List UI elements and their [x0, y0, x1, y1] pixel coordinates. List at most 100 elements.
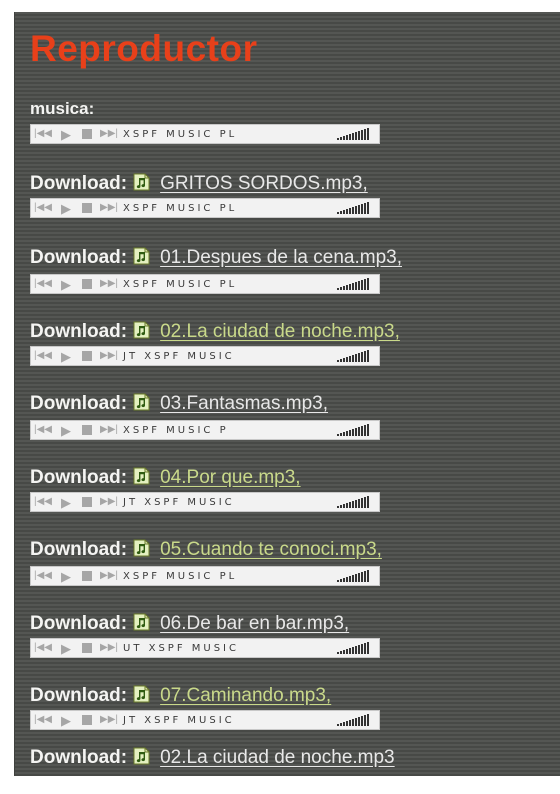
music-file-icon: [133, 173, 150, 191]
player-title: JT XSPF MUSIC: [123, 714, 235, 726]
xspf-music-player: |◀◀ ▶ ▶▶| XSPF MUSIC PL: [30, 274, 380, 294]
download-label: Download:: [30, 539, 128, 560]
play-icon[interactable]: ▶: [55, 639, 77, 657]
download-label: Download:: [30, 685, 128, 706]
play-icon[interactable]: ▶: [55, 347, 77, 365]
player-title: XSPF MUSIC PL: [123, 202, 238, 214]
xspf-music-player: |◀◀ ▶ ▶▶| JT XSPF MUSIC: [30, 710, 380, 730]
download-row: Download: GRITOS SORDOS.mp3,: [30, 172, 368, 196]
download-row: Download: 06.De bar en bar.mp3,: [30, 612, 349, 636]
download-link[interactable]: 02.La ciudad de noche.mp3: [160, 747, 395, 769]
volume-bars-icon[interactable]: [337, 424, 369, 436]
music-file-icon: [133, 467, 150, 485]
download-link[interactable]: 02.La ciudad de noche.mp3,: [160, 321, 400, 343]
player-title: JT XSPF MUSIC: [123, 350, 235, 362]
xspf-music-player: |◀◀ ▶ ▶▶| UT XSPF MUSIC: [30, 638, 380, 658]
music-file-icon: [133, 747, 150, 765]
download-link[interactable]: 03.Fantasmas.mp3,: [160, 393, 328, 415]
volume-bars-icon[interactable]: [337, 642, 369, 654]
volume-bars-icon[interactable]: [337, 570, 369, 582]
volume-bars-icon[interactable]: [337, 128, 369, 140]
volume-bars-icon[interactable]: [337, 202, 369, 214]
next-icon[interactable]: ▶▶|: [97, 347, 121, 365]
prev-icon[interactable]: |◀◀: [31, 421, 55, 439]
download-row: Download: 01.Despues de la cena.mp3,: [30, 246, 402, 270]
next-icon[interactable]: ▶▶|: [97, 567, 121, 585]
player-title: JT XSPF MUSIC: [123, 496, 235, 508]
music-file-icon: [133, 613, 150, 631]
xspf-music-player: |◀◀ ▶ ▶▶| XSPF MUSIC PL: [30, 198, 380, 218]
music-file-icon: [133, 685, 150, 703]
volume-bars-icon[interactable]: [337, 278, 369, 290]
next-icon[interactable]: ▶▶|: [97, 125, 121, 143]
stop-icon[interactable]: [77, 639, 97, 657]
music-file-icon: [133, 321, 150, 339]
prev-icon[interactable]: |◀◀: [31, 567, 55, 585]
download-link[interactable]: 06.De bar en bar.mp3,: [160, 613, 349, 635]
play-icon[interactable]: ▶: [55, 567, 77, 585]
next-icon[interactable]: ▶▶|: [97, 275, 121, 293]
music-label: musica:: [30, 99, 95, 118]
next-icon[interactable]: ▶▶|: [97, 421, 121, 439]
xspf-music-player: |◀◀ ▶ ▶▶| JT XSPF MUSIC: [30, 492, 380, 512]
prev-icon[interactable]: |◀◀: [31, 125, 55, 143]
play-icon[interactable]: ▶: [55, 493, 77, 511]
prev-icon[interactable]: |◀◀: [31, 199, 55, 217]
volume-bars-icon[interactable]: [337, 714, 369, 726]
player-title: XSPF MUSIC PL: [123, 570, 238, 582]
stop-icon[interactable]: [77, 493, 97, 511]
download-link[interactable]: 04.Por que.mp3,: [160, 467, 300, 489]
prev-icon[interactable]: |◀◀: [31, 711, 55, 729]
download-label: Download:: [30, 393, 128, 414]
download-link[interactable]: 07.Caminando.mp3,: [160, 685, 331, 707]
volume-bars-icon[interactable]: [337, 496, 369, 508]
play-icon[interactable]: ▶: [55, 199, 77, 217]
next-icon[interactable]: ▶▶|: [97, 639, 121, 657]
music-file-icon: [133, 393, 150, 411]
prev-icon[interactable]: |◀◀: [31, 493, 55, 511]
music-file-icon: [133, 539, 150, 557]
download-label: Download:: [30, 747, 128, 768]
volume-bars-icon[interactable]: [337, 350, 369, 362]
download-row: Download: 03.Fantasmas.mp3,: [30, 392, 328, 416]
stop-icon[interactable]: [77, 421, 97, 439]
player-title: XSPF MUSIC P: [123, 424, 229, 436]
download-row: Download: 02.La ciudad de noche.mp3,: [30, 320, 400, 344]
stop-icon[interactable]: [77, 199, 97, 217]
next-icon[interactable]: ▶▶|: [97, 493, 121, 511]
next-icon[interactable]: ▶▶|: [97, 199, 121, 217]
download-link[interactable]: GRITOS SORDOS.mp3,: [160, 173, 368, 195]
music-file-icon: [133, 247, 150, 265]
download-label: Download:: [30, 173, 128, 194]
player-title: XSPF MUSIC PL: [123, 128, 238, 140]
stop-icon[interactable]: [77, 711, 97, 729]
download-link[interactable]: 05.Cuando te conoci.mp3,: [160, 539, 382, 561]
download-label: Download:: [30, 467, 128, 488]
download-row: Download: 07.Caminando.mp3,: [30, 684, 331, 708]
player-title: XSPF MUSIC PL: [123, 278, 238, 290]
stop-icon[interactable]: [77, 125, 97, 143]
download-label: Download:: [30, 321, 128, 342]
download-row: Download: 02.La ciudad de noche.mp3: [30, 746, 395, 770]
prev-icon[interactable]: |◀◀: [31, 639, 55, 657]
download-link[interactable]: 01.Despues de la cena.mp3,: [160, 247, 402, 269]
download-row: Download: 05.Cuando te conoci.mp3,: [30, 538, 382, 562]
download-row: Download: 04.Por que.mp3,: [30, 466, 301, 490]
play-icon[interactable]: ▶: [55, 711, 77, 729]
play-icon[interactable]: ▶: [55, 275, 77, 293]
prev-icon[interactable]: |◀◀: [31, 347, 55, 365]
play-icon[interactable]: ▶: [55, 421, 77, 439]
play-icon[interactable]: ▶: [55, 125, 77, 143]
download-label: Download:: [30, 247, 128, 268]
download-label: Download:: [30, 613, 128, 634]
prev-icon[interactable]: |◀◀: [31, 275, 55, 293]
stop-icon[interactable]: [77, 347, 97, 365]
page-title: Reproductor: [30, 28, 258, 69]
stop-icon[interactable]: [77, 275, 97, 293]
xspf-music-player: |◀◀ ▶ ▶▶| XSPF MUSIC PL: [30, 566, 380, 586]
next-icon[interactable]: ▶▶|: [97, 711, 121, 729]
xspf-music-player: |◀◀ ▶ ▶▶| JT XSPF MUSIC: [30, 346, 380, 366]
stop-icon[interactable]: [77, 567, 97, 585]
xspf-music-player: |◀◀ ▶ ▶▶| XSPF MUSIC P: [30, 420, 380, 440]
xspf-music-player: |◀◀ ▶ ▶▶| XSPF MUSIC PL: [30, 124, 380, 144]
